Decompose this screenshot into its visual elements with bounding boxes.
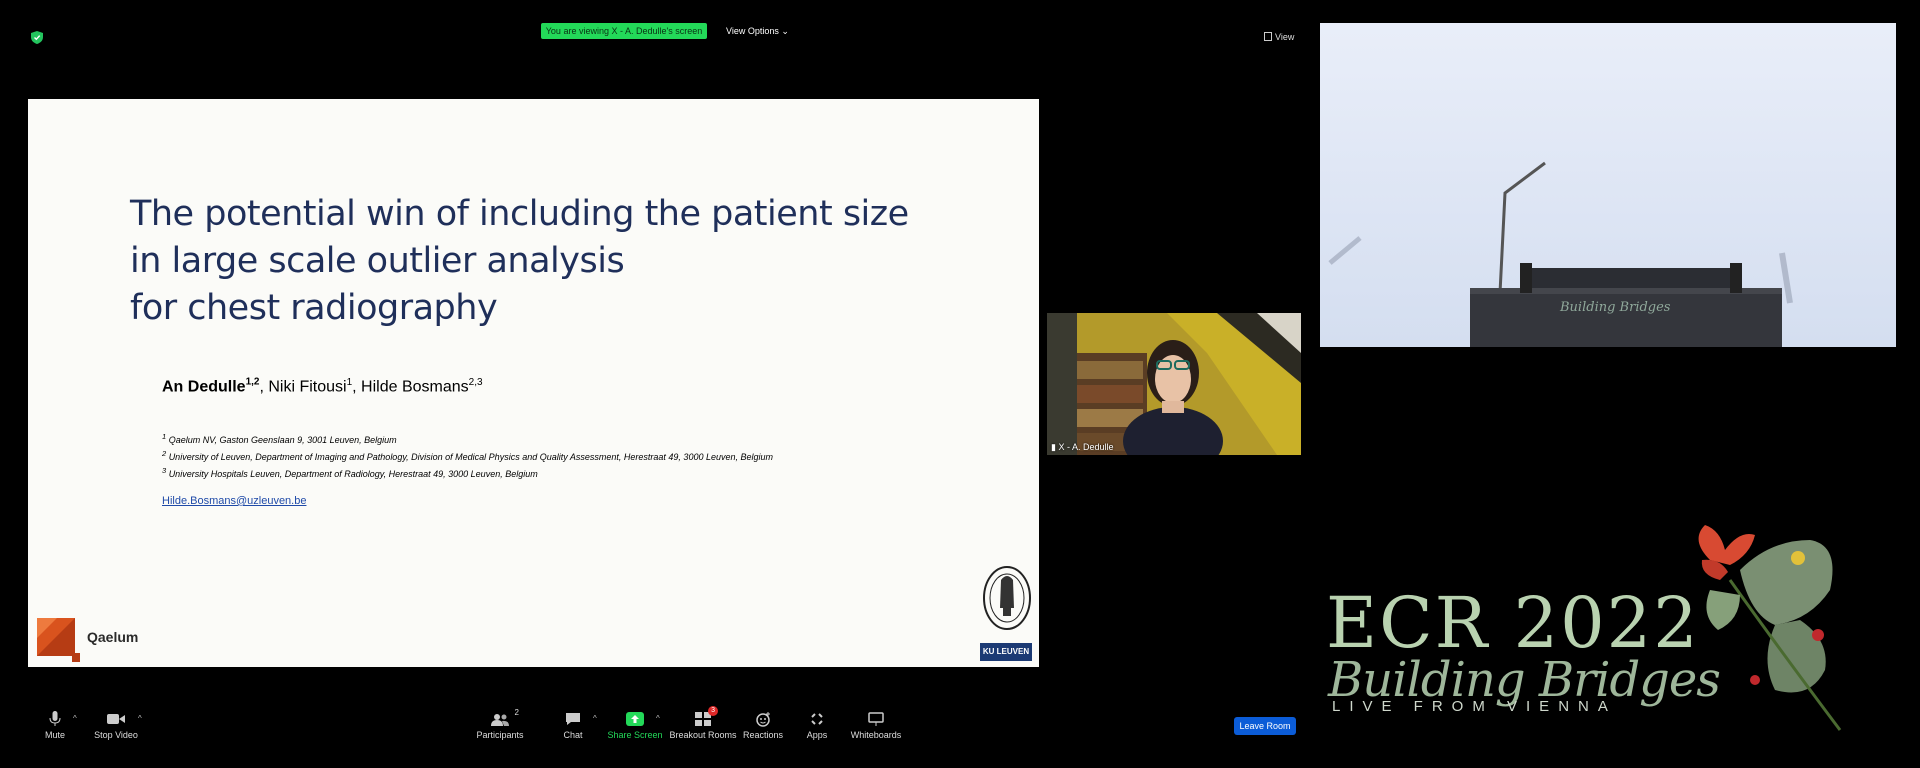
viewing-screen-banner: You are viewing X - A. Dedulle's screen — [541, 23, 707, 39]
affiliation-num: 2 — [162, 449, 167, 458]
whiteboards-button[interactable]: Whiteboards — [841, 711, 911, 740]
qaelum-logo-text: Qaelum — [87, 629, 139, 645]
participants-icon: 2 — [491, 708, 519, 727]
shared-screen-slide: The potential win of including the patie… — [28, 99, 1039, 667]
mute-label: Mute — [44, 730, 65, 740]
chat-label: Chat — [563, 730, 583, 740]
breakout-rooms-label: Breakout Rooms — [669, 730, 737, 740]
author-sup: 2,3 — [468, 377, 483, 388]
chat-button[interactable]: Chat — [538, 711, 608, 740]
podium-video-image — [1320, 23, 1896, 347]
leave-room-button[interactable]: Leave Room — [1234, 717, 1296, 735]
share-options-caret-icon[interactable]: ^ — [656, 714, 660, 723]
security-shield-icon[interactable] — [31, 31, 43, 44]
affiliation-num: 3 — [162, 466, 167, 475]
author-name: Hilde Bosmans — [361, 378, 469, 396]
speaker-video-tile[interactable]: ▮ X - A. Dedulle — [1047, 313, 1301, 455]
apps-icon — [810, 711, 824, 727]
ecr-branding: ECR 2022 Building Bridges LIVE FROM VIEN… — [1320, 520, 1910, 735]
author-name: An Dedulle — [162, 378, 246, 396]
share-screen-icon — [626, 711, 644, 727]
podium-sign-text: Building Bridges — [1560, 300, 1671, 315]
whiteboard-icon — [868, 711, 884, 727]
stop-video-label: Stop Video — [94, 730, 138, 740]
affiliation-text: University of Leuven, Department of Imag… — [168, 452, 773, 462]
affiliation-text: Qaelum NV, Gaston Geenslaan 9, 3001 Leuv… — [168, 435, 397, 445]
video-camera-icon — [107, 711, 125, 727]
view-button-label: View — [1275, 32, 1295, 42]
view-options-label: View Options — [726, 26, 779, 36]
affiliation-line: 1 Qaelum NV, Gaston Geenslaan 9, 3001 Le… — [162, 430, 773, 447]
speaker-webcam-image — [1047, 313, 1301, 455]
speaker-name-label: ▮ X - A. Dedulle — [1051, 442, 1114, 453]
author-sup: 1,2 — [245, 377, 260, 388]
ku-leuven-seal-icon — [983, 566, 1031, 630]
apps-label: Apps — [806, 730, 828, 740]
affiliation-num: 1 — [162, 432, 167, 441]
author-name: Niki Fitousi — [268, 378, 347, 396]
reactions-smiley-icon — [755, 711, 771, 727]
signal-bars-icon: ▮ — [1051, 442, 1056, 452]
ecr-tagline: LIVE FROM VIENNA — [1332, 698, 1617, 715]
podium-video-tile[interactable]: Building Bridges — [1320, 23, 1896, 347]
whiteboards-label: Whiteboards — [850, 730, 902, 740]
microphone-icon — [49, 711, 61, 727]
ku-leuven-logo-text: KU LEUVEN — [980, 643, 1032, 661]
chat-bubble-icon — [565, 711, 581, 727]
participants-button[interactable]: 2 Participants — [465, 708, 535, 740]
affiliation-line: 3 University Hospitals Leuven, Departmen… — [162, 464, 773, 481]
participants-count: 2 — [514, 708, 519, 717]
view-options-menu[interactable]: View Options ⌄ — [726, 24, 789, 38]
affiliation-text: University Hospitals Leuven, Department … — [168, 469, 538, 479]
slide-affiliations: 1 Qaelum NV, Gaston Geenslaan 9, 3001 Le… — [162, 430, 773, 481]
mute-options-caret-icon[interactable]: ^ — [73, 714, 77, 723]
speaker-name: X - A. Dedulle — [1058, 442, 1114, 452]
affiliation-line: 2 University of Leuven, Department of Im… — [162, 447, 773, 464]
video-options-caret-icon[interactable]: ^ — [138, 714, 142, 723]
chat-options-caret-icon[interactable]: ^ — [593, 714, 597, 723]
reactions-label: Reactions — [742, 730, 784, 740]
slide-email-link[interactable]: Hilde.Bosmans@uzleuven.be — [162, 495, 306, 507]
chevron-down-icon: ⌄ — [781, 26, 789, 36]
view-grid-icon — [1264, 32, 1272, 41]
breakout-rooms-badge: 3 — [708, 706, 718, 716]
breakout-rooms-icon: 3 — [695, 706, 718, 727]
view-button[interactable]: View — [1264, 30, 1294, 44]
participants-label: Participants — [476, 730, 524, 740]
mute-button[interactable]: Mute — [20, 711, 90, 740]
slide-title: The potential win of including the patie… — [130, 194, 909, 328]
share-screen-label: Share Screen — [607, 730, 663, 740]
author-sup: 1 — [346, 377, 353, 388]
qaelum-logo-icon — [37, 618, 80, 662]
slide-authors: An Dedulle1,2, Niki Fitousi1, Hilde Bosm… — [162, 377, 483, 396]
